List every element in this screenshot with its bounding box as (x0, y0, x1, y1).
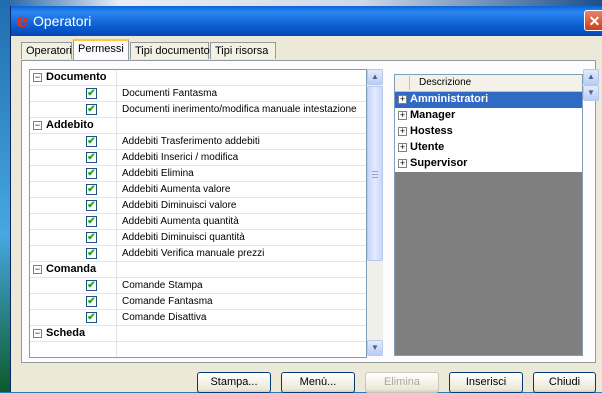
permissions-scrollbar[interactable]: ▲ ▼ (367, 69, 383, 356)
permission-checkbox[interactable]: ✔ (86, 312, 97, 323)
title-bar[interactable]: e Operatori ✕ (11, 6, 602, 36)
category-label: Scheda (46, 327, 86, 339)
permission-row[interactable]: ✔ Addebiti Diminuisci quantità (30, 230, 366, 246)
group-label: Supervisor (410, 157, 468, 169)
permission-checkbox[interactable]: ✔ (86, 104, 97, 115)
groups-grid: Descrizione + Amministratori + Manager + Host… (394, 74, 583, 356)
permission-row[interactable]: ✔ Addebiti Aumenta valore (30, 182, 366, 198)
permission-label: Addebiti Aumenta valore (122, 184, 231, 195)
scroll-up-icon[interactable]: ▲ (367, 69, 383, 85)
permission-checkbox[interactable]: ✔ (86, 136, 97, 147)
group-row[interactable]: + Hostess (395, 124, 582, 140)
permission-row[interactable]: ✔ Addebiti Inserici / modifica (30, 150, 366, 166)
group-row[interactable]: + Utente (395, 140, 582, 156)
group-row[interactable]: + Amministratori (395, 92, 582, 108)
permission-row[interactable]: ✔ Addebiti Diminuisci valore (30, 198, 366, 214)
inserisci-button[interactable]: Inserisci (449, 372, 523, 393)
permission-label: Comande Stampa (122, 280, 203, 291)
permission-checkbox[interactable]: ✔ (86, 232, 97, 243)
grid-header: Descrizione (395, 75, 582, 92)
permission-label: Comande Fantasma (122, 296, 213, 307)
permission-checkbox[interactable]: ✔ (86, 248, 97, 259)
expand-icon[interactable]: + (398, 95, 407, 104)
permission-row[interactable]: ✔ Comande Disattiva (30, 310, 366, 326)
permissions-tree: − Documento ✔ Documenti Fantasma ✔ Documenti … (29, 69, 367, 358)
category-label: Comanda (46, 263, 97, 275)
permission-row[interactable]: ✔ Documenti inerimento/modifica manuale i… (30, 102, 366, 118)
category-row[interactable]: − Documento (30, 70, 366, 86)
permission-label: Addebiti Diminuisci valore (122, 200, 237, 211)
permission-label: Comande Disattiva (122, 312, 207, 323)
permission-row[interactable]: ✔ Addebiti Verifica manuale prezzi (30, 246, 366, 262)
category-row[interactable]: − Scheda (30, 326, 366, 342)
category-row[interactable]: − Addebito (30, 118, 366, 134)
expand-icon[interactable]: + (398, 127, 407, 136)
collapse-icon[interactable]: − (33, 73, 42, 82)
category-label: Addebito (46, 119, 94, 131)
permission-row[interactable]: ✔ Documenti Fantasma (30, 86, 366, 102)
app-logo-icon: e (16, 8, 29, 32)
expand-icon[interactable]: + (398, 111, 407, 120)
tab-tipi-risorsa[interactable]: Tipi risorsa (210, 42, 276, 59)
permission-label: Addebiti Verifica manuale prezzi (122, 248, 265, 259)
permission-checkbox[interactable]: ✔ (86, 280, 97, 291)
column-header-descrizione[interactable]: Descrizione (419, 77, 471, 88)
permission-label: Documenti Fantasma (122, 88, 218, 99)
permission-checkbox[interactable]: ✔ (86, 184, 97, 195)
close-button[interactable]: ✕ (584, 10, 602, 31)
menu-button[interactable]: Menù... (281, 372, 355, 393)
permission-label: Addebiti Inserici / modifica (122, 152, 239, 163)
group-label: Utente (410, 141, 445, 153)
permission-row[interactable]: ✔ Addebiti Trasferimento addebiti (30, 134, 366, 150)
permission-checkbox[interactable]: ✔ (86, 152, 97, 163)
collapse-icon[interactable]: − (33, 265, 42, 274)
permission-row[interactable]: ✔ Comande Fantasma (30, 294, 366, 310)
permission-label: Addebiti Diminuisci quantità (122, 232, 245, 243)
desktop-edge (0, 0, 10, 392)
groups-scrollbar[interactable]: ▲ ▼ (583, 69, 599, 101)
permission-checkbox[interactable]: ✔ (86, 216, 97, 227)
elimina-button[interactable]: Elimina (365, 372, 439, 393)
group-label: Hostess (410, 125, 453, 137)
permission-row[interactable]: ✔ Addebiti Elimina (30, 166, 366, 182)
permission-label: Addebiti Trasferimento addebiti (122, 136, 260, 147)
permission-label: Addebiti Elimina (122, 168, 194, 179)
groups-scroll-down-icon[interactable]: ▼ (583, 85, 599, 101)
permission-checkbox[interactable]: ✔ (86, 296, 97, 307)
permission-label: Documenti inerimento/modifica manuale in… (122, 104, 357, 115)
group-row[interactable]: + Manager (395, 108, 582, 124)
stampa-button[interactable]: Stampa... (197, 372, 271, 393)
collapse-icon[interactable]: − (33, 329, 42, 338)
tab-operatori[interactable]: Operatori (21, 42, 72, 59)
group-label: Amministratori (410, 93, 489, 105)
operatori-window: e Operatori ✕ Operatori Permessi Tipi do… (10, 6, 602, 393)
scroll-thumb[interactable] (367, 86, 383, 261)
permission-row[interactable]: ✔ Comande Stampa (30, 278, 366, 294)
expand-icon[interactable]: + (398, 143, 407, 152)
collapse-icon[interactable]: − (33, 121, 42, 130)
category-label: Documento (46, 71, 107, 83)
tab-tipi-documento[interactable]: Tipi documento (130, 42, 210, 59)
tab-permessi[interactable]: Permessi (73, 39, 129, 61)
permission-checkbox[interactable]: ✔ (86, 88, 97, 99)
category-row[interactable]: − Comanda (30, 262, 366, 278)
permission-checkbox[interactable]: ✔ (86, 200, 97, 211)
expand-icon[interactable]: + (398, 159, 407, 168)
permission-row[interactable]: ✔ Addebiti Aumenta quantità (30, 214, 366, 230)
groups-scroll-up-icon[interactable]: ▲ (583, 69, 599, 85)
permission-label: Addebiti Aumenta quantità (122, 216, 239, 227)
permission-checkbox[interactable]: ✔ (86, 168, 97, 179)
scroll-down-icon[interactable]: ▼ (367, 340, 383, 356)
group-row[interactable]: + Supervisor (395, 156, 582, 172)
group-label: Manager (410, 109, 456, 121)
window-title: Operatori (33, 13, 92, 29)
chiudi-button[interactable]: Chiudi (533, 372, 596, 393)
